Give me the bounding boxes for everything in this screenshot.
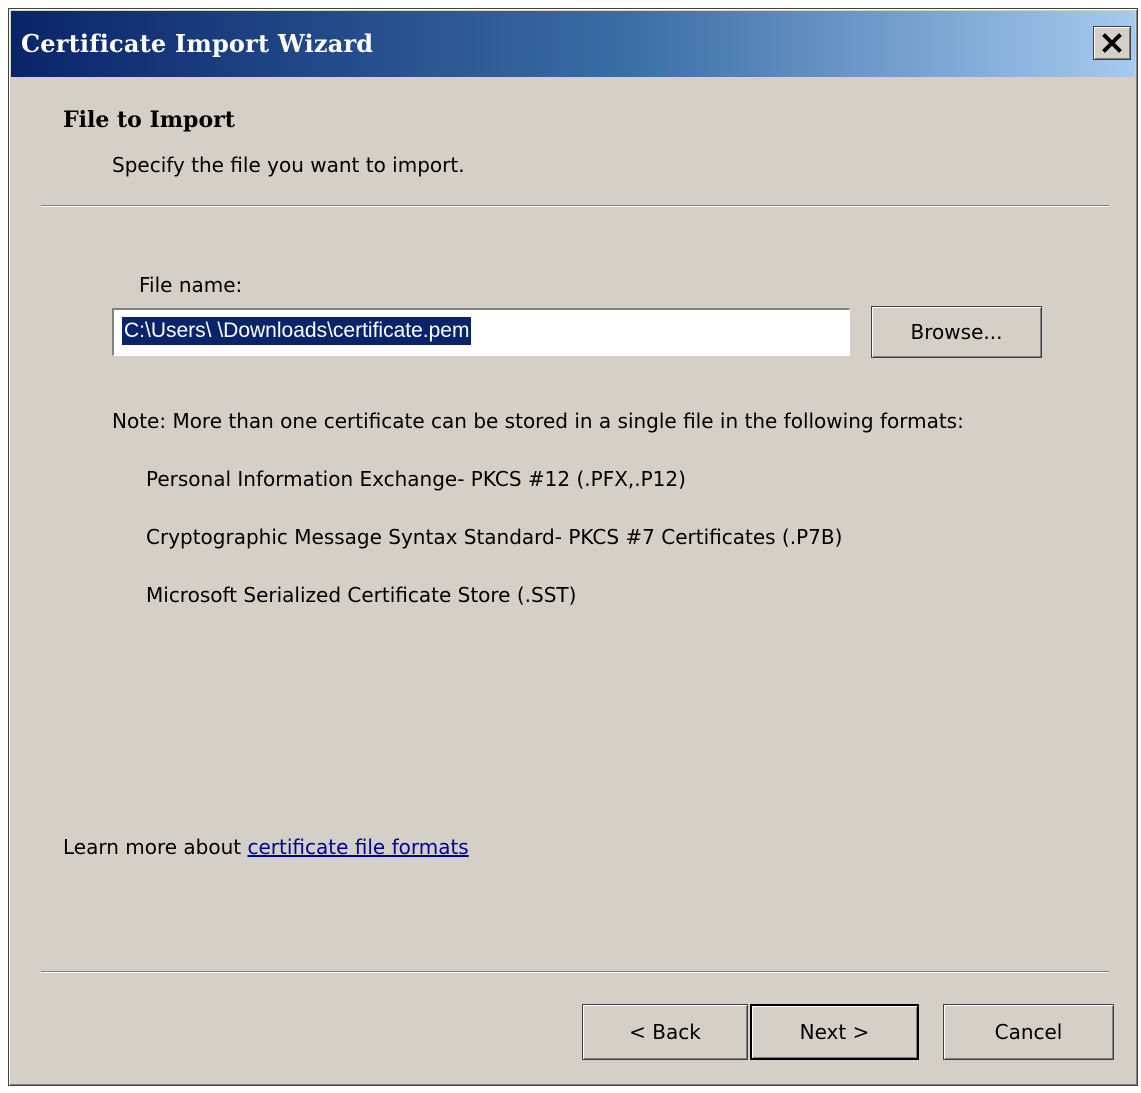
close-button[interactable]	[1093, 26, 1131, 60]
learn-more-text: Learn more about certificate file format…	[63, 835, 469, 859]
certificate-import-wizard-window: Certificate Import Wizard File to Import…	[8, 8, 1138, 1086]
file-name-label: File name:	[139, 273, 243, 297]
close-icon	[1101, 32, 1123, 54]
footer-separator	[41, 971, 1109, 973]
back-button[interactable]: < Back	[582, 1004, 748, 1060]
format-item-p7b: Cryptographic Message Syntax Standard- P…	[146, 525, 843, 549]
cancel-button[interactable]: Cancel	[943, 1004, 1114, 1060]
formats-list: Personal Information Exchange- PKCS #12 …	[146, 467, 842, 641]
window-title: Certificate Import Wizard	[21, 29, 374, 58]
page-heading: File to Import	[63, 107, 235, 133]
page-subheading: Specify the file you want to import.	[112, 153, 465, 177]
certificate-file-formats-link[interactable]: certificate file formats	[247, 835, 468, 859]
header-separator	[41, 205, 1109, 207]
title-bar[interactable]: Certificate Import Wizard	[11, 11, 1135, 77]
file-name-input[interactable]: C:\Users\ \Downloads\certificate.pem	[112, 308, 850, 356]
formats-note: Note: More than one certificate can be s…	[112, 409, 964, 433]
file-name-value: C:\Users\ \Downloads\certificate.pem	[122, 317, 472, 345]
learn-more-prefix: Learn more about	[63, 835, 248, 859]
format-item-sst: Microsoft Serialized Certificate Store (…	[146, 583, 577, 607]
browse-button[interactable]: Browse...	[871, 306, 1042, 358]
next-button[interactable]: Next >	[750, 1004, 919, 1060]
format-item-pfx: Personal Information Exchange- PKCS #12 …	[146, 467, 686, 491]
